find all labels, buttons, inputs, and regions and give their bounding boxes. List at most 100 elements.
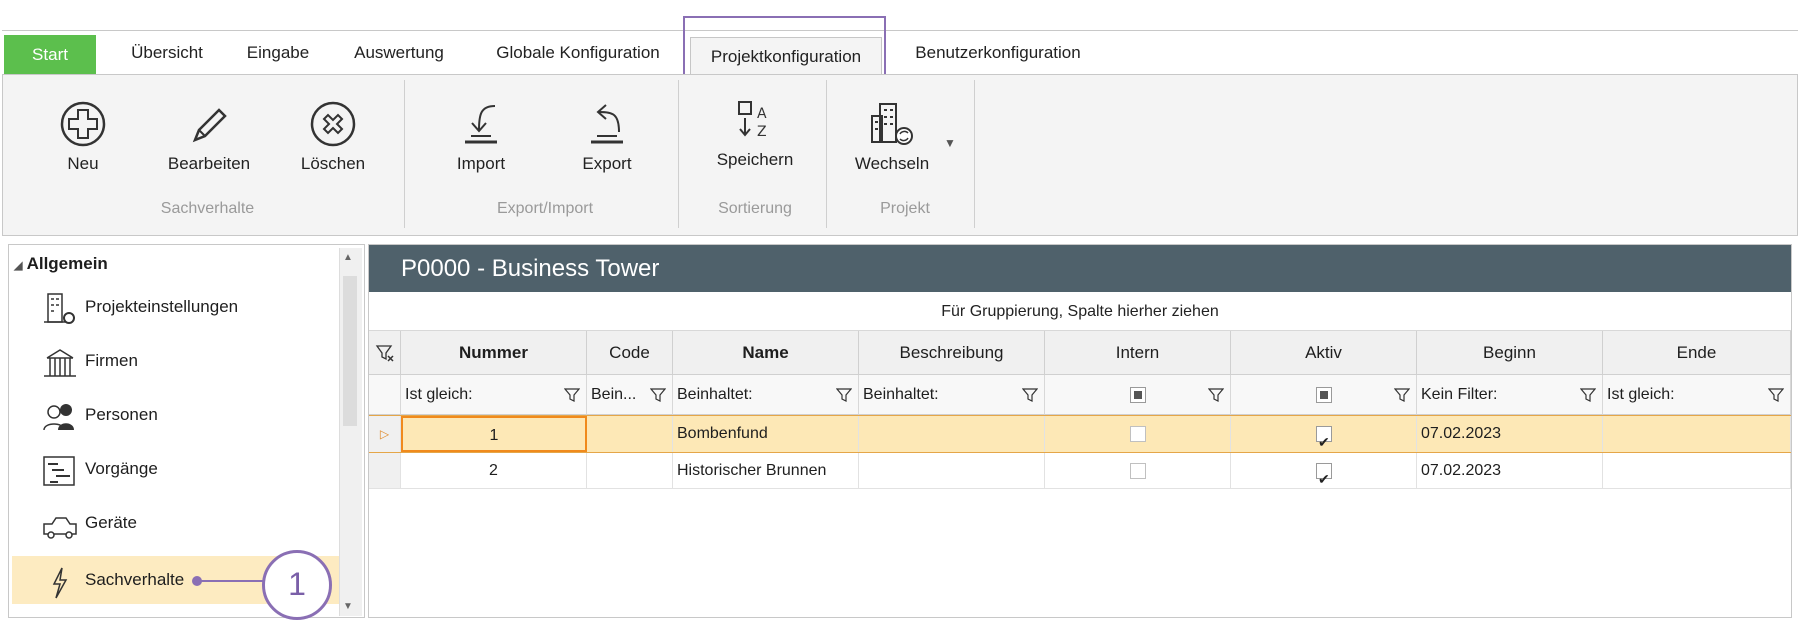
column-header-intern[interactable]: Intern [1045,331,1231,375]
filter-icon[interactable] [1394,387,1410,403]
filter-row-indicator [369,375,401,415]
nav-item-geraete[interactable]: Geräte [12,498,342,548]
scroll-thumb[interactable] [343,276,357,426]
cell-intern[interactable] [1045,453,1231,488]
callout-marker: 1 [262,550,332,620]
column-header-ende[interactable]: Ende [1603,331,1791,375]
cell-name[interactable]: Historischer Brunnen [673,453,859,488]
column-header-nummer[interactable]: Nummer [401,331,587,375]
cell-code[interactable] [587,453,673,488]
filter-intern[interactable] [1045,375,1231,415]
export-button[interactable]: Export [562,100,652,174]
filter-code[interactable]: Bein... [587,375,673,415]
checkbox-aktiv[interactable] [1316,461,1332,497]
column-header-code[interactable]: Code [587,331,673,375]
nav-item-label: Vorgänge [85,459,158,478]
group-label-sachverhalte: Sachverhalte [160,200,255,217]
callout-line [198,580,264,582]
checkbox-intern[interactable] [1130,426,1146,442]
filter-name[interactable]: Beinhaltet: [673,375,859,415]
tab-uebersicht[interactable]: Übersicht [112,31,222,75]
cell-intern[interactable] [1045,416,1231,452]
column-header-name[interactable]: Name [673,331,859,375]
cell-ende[interactable] [1603,453,1791,488]
tab-eingabe[interactable]: Eingabe [230,31,326,75]
cell-nummer[interactable]: 1 [401,416,587,452]
expand-triangle-icon[interactable]: ◢ [14,260,22,272]
filter-icon[interactable] [1208,387,1224,403]
filter-icon[interactable] [1580,387,1596,403]
ribbon-separator [826,80,827,228]
filter-nummer[interactable]: Ist gleich: [401,375,587,415]
tab-auswertung[interactable]: Auswertung [338,31,460,75]
save-sort-button[interactable]: AZ Speichern [700,98,810,170]
building-switch-icon [871,103,913,145]
ribbon-separator [678,80,679,228]
edit-button-label: Bearbeiten [167,154,251,173]
filter-beginn[interactable]: Kein Filter: [1417,375,1603,415]
cell-code[interactable] [587,416,673,452]
filter-icon[interactable] [1022,387,1038,403]
cell-beschreibung[interactable] [859,416,1045,452]
filter-aktiv[interactable] [1231,375,1417,415]
column-header-beschreibung[interactable]: Beschreibung [859,331,1045,375]
filter-checkbox-intern[interactable] [1130,387,1146,403]
nav-item-label: Personen [85,405,158,424]
project-title: P0000 - Business Tower [369,245,1791,292]
tab-globale-konfiguration[interactable]: Globale Konfiguration [474,31,682,75]
table-row[interactable]: ▷ 1 Bombenfund 07.02.2023 [369,415,1791,460]
new-button-label: Neu [67,154,99,173]
tab-benutzerkonfiguration[interactable]: Benutzerkonfiguration [898,31,1098,75]
nav-item-projekteinstellungen[interactable]: Projekteinstellungen [12,282,342,332]
nav-item-vorgaenge[interactable]: Vorgänge [12,444,342,494]
filter-operator: Beinhaltet: [863,386,939,403]
cell-nummer[interactable]: 2 [401,453,587,488]
nav-item-firmen[interactable]: Firmen [12,336,342,386]
filter-icon[interactable] [836,387,852,403]
checkbox-aktiv[interactable] [1316,424,1332,460]
column-header-beginn[interactable]: Beginn [1417,331,1603,375]
import-button[interactable]: Import [436,100,526,174]
filter-ende[interactable]: Ist gleich: [1603,375,1791,415]
switch-project-button-label: Wechseln [854,154,930,173]
row-indicator-icon: ▷ [369,416,401,452]
nav-section-allgemein[interactable]: ◢ Allgemein [14,254,108,274]
filter-icon[interactable] [564,387,580,403]
filter-clear-icon [375,345,394,362]
scroll-down-icon[interactable]: ▼ [343,601,353,612]
nav-scrollbar[interactable]: ▲ ▼ [339,248,362,616]
column-header-aktiv[interactable]: Aktiv [1231,331,1417,375]
filter-beschreibung[interactable]: Beinhaltet: [859,375,1045,415]
filter-icon[interactable] [1768,387,1784,403]
ribbon-tab-bar: Start Übersicht Eingabe Auswertung Globa… [2,30,1798,89]
cell-ende[interactable] [1603,416,1791,452]
new-button[interactable]: Neu [40,100,126,174]
ribbon-separator [974,80,975,228]
filter-checkbox-aktiv[interactable] [1316,387,1332,403]
tab-start[interactable]: Start [4,35,96,75]
filter-operator: Kein Filter: [1421,386,1498,403]
cell-beginn[interactable]: 07.02.2023 [1417,416,1603,452]
cell-name[interactable]: Bombenfund [673,416,859,452]
delete-button[interactable]: Löschen [288,100,378,174]
switch-project-button[interactable]: Wechseln [842,100,942,174]
nav-section-label: Allgemein [26,254,108,273]
export-icon [591,104,623,144]
nav-item-label: Geräte [85,513,137,532]
filter-operator: Beinhaltet: [677,386,753,403]
truck-icon [43,517,77,539]
dropdown-arrow-icon[interactable]: ▼ [944,136,956,150]
cell-aktiv[interactable] [1231,453,1417,497]
edit-button[interactable]: Bearbeiten [154,100,264,174]
plus-circle-icon [60,101,106,147]
scroll-up-icon[interactable]: ▲ [343,252,353,263]
nav-item-personen[interactable]: Personen [12,390,342,440]
table-row[interactable]: 2 Historischer Brunnen 07.02.2023 [369,453,1791,497]
checkbox-intern[interactable] [1130,463,1146,479]
filter-icon[interactable] [650,387,666,403]
cell-beschreibung[interactable] [859,453,1045,488]
group-by-area[interactable]: Für Gruppierung, Spalte hierher ziehen [369,294,1791,331]
filter-clear-button[interactable] [369,331,401,375]
cell-aktiv[interactable] [1231,416,1417,460]
cell-beginn[interactable]: 07.02.2023 [1417,453,1603,488]
